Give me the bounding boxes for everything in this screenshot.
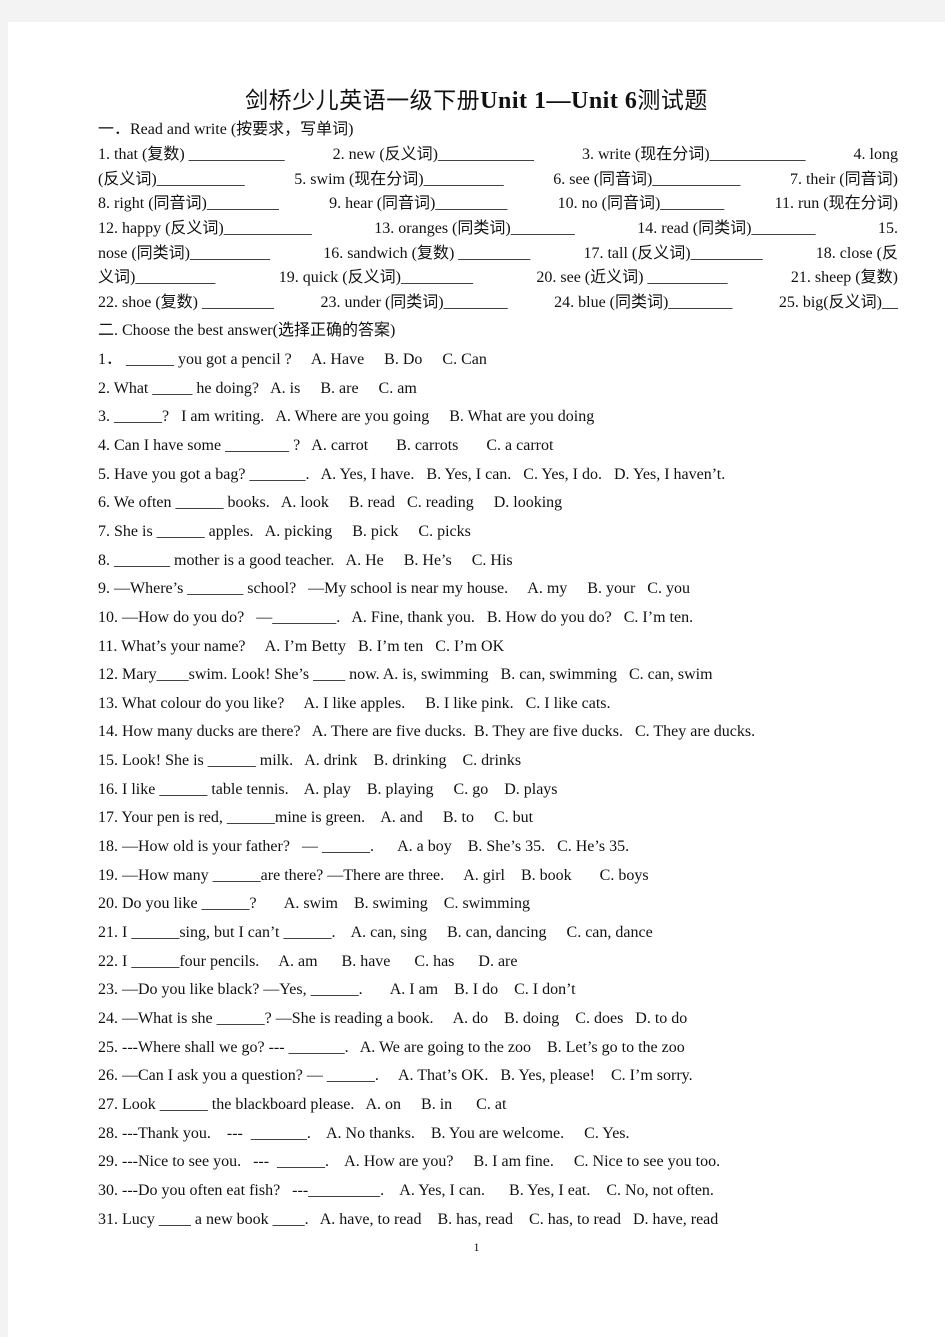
read-write-item: 2. new (反义词)____________	[332, 146, 534, 163]
question-item: 6. We often ______ books. A. look B. rea…	[98, 494, 563, 511]
read-write-item: 12. happy (反义词)___________	[98, 220, 312, 237]
read-write-item: 13. oranges (同类词)________	[374, 220, 575, 237]
read-write-item: 5. swim (现在分词)__________	[294, 171, 504, 188]
read-write-item: 14. read (同类词)________	[637, 220, 816, 237]
question-item: 23. —Do you like black? —Yes, ______. A.…	[98, 981, 576, 998]
read-write-item: 16. sandwich (复数) _________	[323, 245, 531, 262]
question-item: 13. What colour do you like? A. I like a…	[98, 695, 611, 712]
read-write-item: 24. blue (同类词)________	[554, 294, 733, 311]
question-item: 11. What’s your name? A. I’m Betty B. I’…	[98, 638, 505, 655]
question-item: 31. Lucy ____ a new book ____. A. have, …	[98, 1211, 719, 1228]
question-item: 24. —What is she ______? —She is reading…	[98, 1010, 688, 1027]
read-write-item: 7. their (同音词)	[789, 171, 898, 188]
question-item: 4. Can I have some ________ ? A. carrot …	[98, 437, 554, 454]
question-item: 21. I ______sing, but I can’t ______. A.…	[98, 924, 653, 941]
question-item: 25. ---Where shall we go? --- _______. A…	[98, 1039, 685, 1056]
read-write-row: 22. shoe (复数) _________ 23. under (同类词)__…	[98, 292, 898, 314]
title-units: Unit 1—Unit 6	[480, 88, 638, 114]
question-item: 12. Mary____swim. Look! She’s ____ now. …	[98, 666, 713, 683]
question-item: 27. Look ______ the blackboard please. A…	[98, 1096, 507, 1113]
question-item: 2. What _____ he doing? A. is B. are C. …	[98, 380, 417, 397]
read-write-row: (反义词)___________ 5. swim (现在分词)__________…	[98, 169, 898, 191]
section1-heading: 一．Read and write (按要求，写单词)	[98, 121, 354, 138]
question-item: 26. —Can I ask you a question? — ______.…	[98, 1067, 693, 1084]
document-page: 剑桥少儿英语一级下册Unit 1—Unit 6测试题 一．Read and wr…	[8, 22, 945, 1337]
section2-heading: 二. Choose the best answer(选择正确的答案)	[98, 322, 396, 339]
read-write-item: 19. quick (反义词)_________	[278, 269, 473, 286]
question-item: 18. —How old is your father? — ______. A…	[98, 838, 630, 855]
read-write-item: 22. shoe (复数) _________	[98, 294, 274, 311]
read-write-item: 义词)__________	[98, 269, 216, 286]
read-write-item: 6. see (同音词)___________	[553, 171, 741, 188]
read-write-item: 1. that (复数) ____________	[98, 146, 285, 163]
question-item: 30. ---Do you often eat fish? ---_______…	[98, 1182, 714, 1199]
question-item: 15. Look! She is ______ milk. A. drink B…	[98, 752, 522, 769]
question-item: 20. Do you like ______? A. swim B. swimi…	[98, 895, 531, 912]
question-item: 1． ______ you got a pencil ? A. Have B. …	[98, 351, 487, 368]
read-write-item: 17. tall (反义词)_________	[583, 245, 763, 262]
question-item: 10. —How do you do? —________. A. Fine, …	[98, 609, 694, 626]
question-item: 28. ---Thank you. --- _______. A. No tha…	[98, 1125, 630, 1142]
question-item: 14. How many ducks are there? A. There a…	[98, 723, 756, 740]
read-write-item: 25. big(反义词)__	[778, 294, 898, 311]
question-item: 7. She is ______ apples. A. picking B. p…	[98, 523, 471, 540]
read-write-item: 3. write (现在分词)____________	[581, 146, 806, 163]
question-item: 9. —Where’s _______ school? —My school i…	[98, 580, 690, 597]
question-item: 8. _______ mother is a good teacher. A. …	[98, 552, 513, 569]
read-write-row: nose (同类词)__________ 16. sandwich (复数) __…	[98, 243, 898, 265]
question-item: 3. ______? I am writing. A. Where are yo…	[98, 408, 595, 425]
read-write-row: 12. happy (反义词)___________ 13. oranges (同…	[98, 218, 898, 240]
read-write-item: 21. sheep (复数)	[790, 269, 898, 286]
read-write-item: 15.	[877, 220, 898, 237]
question-item: 5. Have you got a bag? _______. A. Yes, …	[98, 466, 726, 483]
question-item: 17. Your pen is red, ______mine is green…	[98, 809, 534, 826]
read-write-item: 10. no (同音词)________	[557, 195, 725, 212]
question-item: 22. I ______four pencils. A. am B. have …	[98, 953, 518, 970]
document-title: 剑桥少儿英语一级下册Unit 1—Unit 6测试题	[8, 86, 945, 116]
read-write-row: 8. right (同音词)_________ 9. hear (同音词)____…	[98, 193, 898, 215]
read-write-row: 义词)__________ 19. quick (反义词)_________ 20.…	[98, 267, 898, 289]
title-cn-suffix: 测试题	[637, 88, 708, 113]
title-cn-prefix: 剑桥少儿英语一级下册	[245, 88, 481, 113]
read-write-item: 8. right (同音词)_________	[98, 195, 279, 212]
read-write-item: (反义词)___________	[98, 171, 245, 188]
read-write-item: 23. under (同类词)________	[320, 294, 508, 311]
read-write-row: 1. that (复数) ____________ 2. new (反义词)___…	[98, 144, 898, 166]
question-item: 19. —How many ______are there? —There ar…	[98, 867, 649, 884]
page-number: 1	[473, 1240, 480, 1254]
question-item: 29. ---Nice to see you. --- ______. A. H…	[98, 1153, 721, 1170]
read-write-item: 18. close (反	[815, 245, 898, 262]
read-write-item: 20. see (近义词) __________	[536, 269, 728, 286]
read-write-item: 11. run (现在分词)	[774, 195, 898, 212]
read-write-item: nose (同类词)__________	[98, 245, 270, 262]
read-write-item: 4. long	[853, 146, 898, 163]
read-write-item: 9. hear (同音词)_________	[329, 195, 508, 212]
question-item: 16. I like ______ table tennis. A. play …	[98, 781, 558, 798]
